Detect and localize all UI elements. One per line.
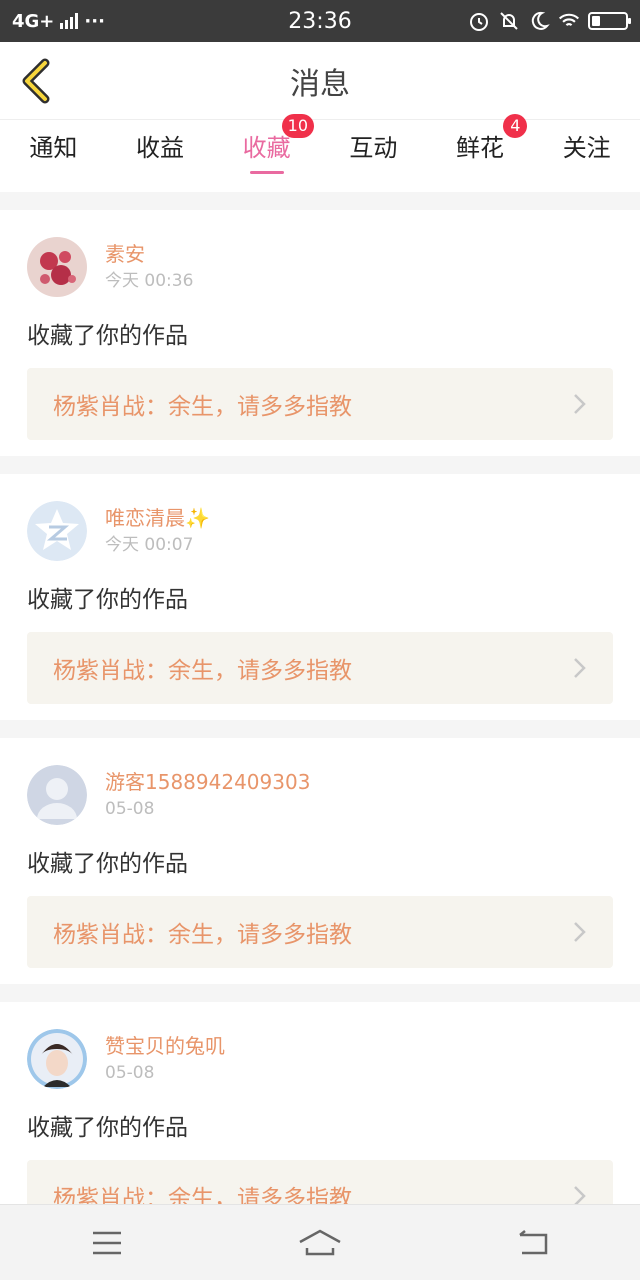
message-card: 素安今天 00:36 收藏了你的作品杨紫肖战：余生，请多多指教 [0,210,640,456]
message-header: 素安今天 00:36 [27,236,613,298]
chevron-right-icon [574,1186,586,1204]
back-icon [519,1229,548,1254]
tab-5[interactable]: 关注 [533,120,640,192]
page-title: 消息 [290,66,350,102]
signal-icon [60,13,79,29]
tab-label: 收藏 [242,134,291,162]
avatar[interactable] [27,1029,87,1089]
tab-label: 收益 [136,134,184,162]
message-card: 游客1588942409303 05-08 收藏了你的作品杨紫肖战：余生，请多多指教 [0,738,640,984]
page-header: 消息 [0,42,640,120]
message-header: 赞宝贝的兔叽 05-08 [27,1028,613,1090]
tab-badge: 4 [503,114,528,138]
timestamp: 今天 00:36 [105,271,194,291]
menu-button[interactable] [67,1213,147,1273]
screen: 4G+ ··· 23:36 消息 通知 收益 收藏 10 互动 鲜花 4 关注 … [0,0,640,1280]
work-link[interactable]: 杨紫肖战：余生，请多多指教 [27,368,613,440]
username[interactable]: 素安 [105,240,193,268]
timestamp: 05-08 [105,1063,155,1083]
bell-off-icon [498,10,520,32]
message-card: 赞宝贝的兔叽 05-08 收藏了你的作品杨紫肖战：余生，请多多指教 [0,1002,640,1204]
status-bar: 4G+ ··· 23:36 [0,0,640,42]
username[interactable]: 赞宝贝的兔叽 [105,1032,225,1060]
tab-label: 关注 [562,134,611,162]
work-link[interactable]: 杨紫肖战：余生，请多多指教 [27,896,613,968]
tab-1[interactable]: 收益 [107,120,214,192]
tab-label: 鲜花 [456,134,505,162]
tab-label: 通知 [29,134,78,162]
timestamp: 今天 00:07 [105,535,194,555]
work-link[interactable]: 杨紫肖战：余生，请多多指教 [27,632,613,704]
tab-2[interactable]: 收藏 10 [213,114,320,192]
work-title: 杨紫肖战：余生，请多多指教 [53,394,352,420]
battery-icon [588,12,631,30]
message-meta: 唯恋清晨✨ 今天 00:07 [105,504,210,558]
message-meta: 素安今天 00:36 [105,240,193,294]
back-nav-button[interactable] [493,1213,573,1273]
chevron-right-icon [574,658,586,678]
work-title: 杨紫肖战：余生，请多多指教 [53,658,352,684]
timestamp: 05-08 [105,799,155,819]
system-nav-bar [0,1204,640,1280]
message-text: 收藏了你的作品 [27,1115,188,1141]
home-icon [299,1229,341,1255]
message-header: 游客1588942409303 05-08 [27,764,613,826]
username[interactable]: 游客1588942409303 [105,768,310,796]
message-card: 唯恋清晨✨ 今天 00:07 收藏了你的作品杨紫肖战：余生，请多多指教 [0,474,640,720]
tab-0[interactable]: 通知 [0,120,107,192]
moon-icon [528,10,550,32]
tab-badge: 10 [281,114,315,138]
chevron-right-icon [574,922,586,942]
network-type: 4G+ [12,10,55,32]
more-indicator: ··· [84,10,105,32]
message-meta: 游客1588942409303 05-08 [105,768,310,822]
message-text: 收藏了你的作品 [27,851,188,877]
wifi-icon [558,10,580,32]
chevron-left-icon [22,58,50,104]
work-title: 杨紫肖战：余生，请多多指教 [53,922,352,948]
work-title: 杨紫肖战：余生，请多多指教 [53,1186,352,1204]
message-text: 收藏了你的作品 [27,323,188,349]
message-header: 唯恋清晨✨ 今天 00:07 [27,500,613,562]
avatar[interactable] [27,501,87,561]
tab-label: 互动 [349,134,398,162]
status-left: 4G+ ··· [12,11,105,32]
tab-4[interactable]: 鲜花 4 [427,114,534,192]
username[interactable]: 唯恋清晨✨ [105,504,210,532]
message-list: 素安 今天 00:36 收藏了你的作品 杨紫肖战：余生，请多多指教 唯恋清晨✨ 今天 00… [0,192,640,1204]
menu-icon [92,1231,121,1254]
message-meta: 赞宝贝的兔叽 05-08 [105,1032,225,1086]
avatar[interactable] [27,765,87,825]
back-button[interactable] [14,56,58,106]
avatar[interactable] [27,237,87,297]
home-button[interactable] [280,1213,360,1273]
tab-3[interactable]: 互动 [320,120,427,192]
chevron-right-icon [574,394,586,414]
tab-bar: 通知 收益 收藏 10 互动 鲜花 4 关注 [0,114,640,192]
work-link[interactable]: 杨紫肖战：余生，请多多指教 [27,1160,613,1204]
status-right [468,10,631,32]
message-text: 收藏了你的作品 [27,587,188,613]
status-time: 23:36 [288,8,352,34]
alarm-icon [468,10,490,32]
